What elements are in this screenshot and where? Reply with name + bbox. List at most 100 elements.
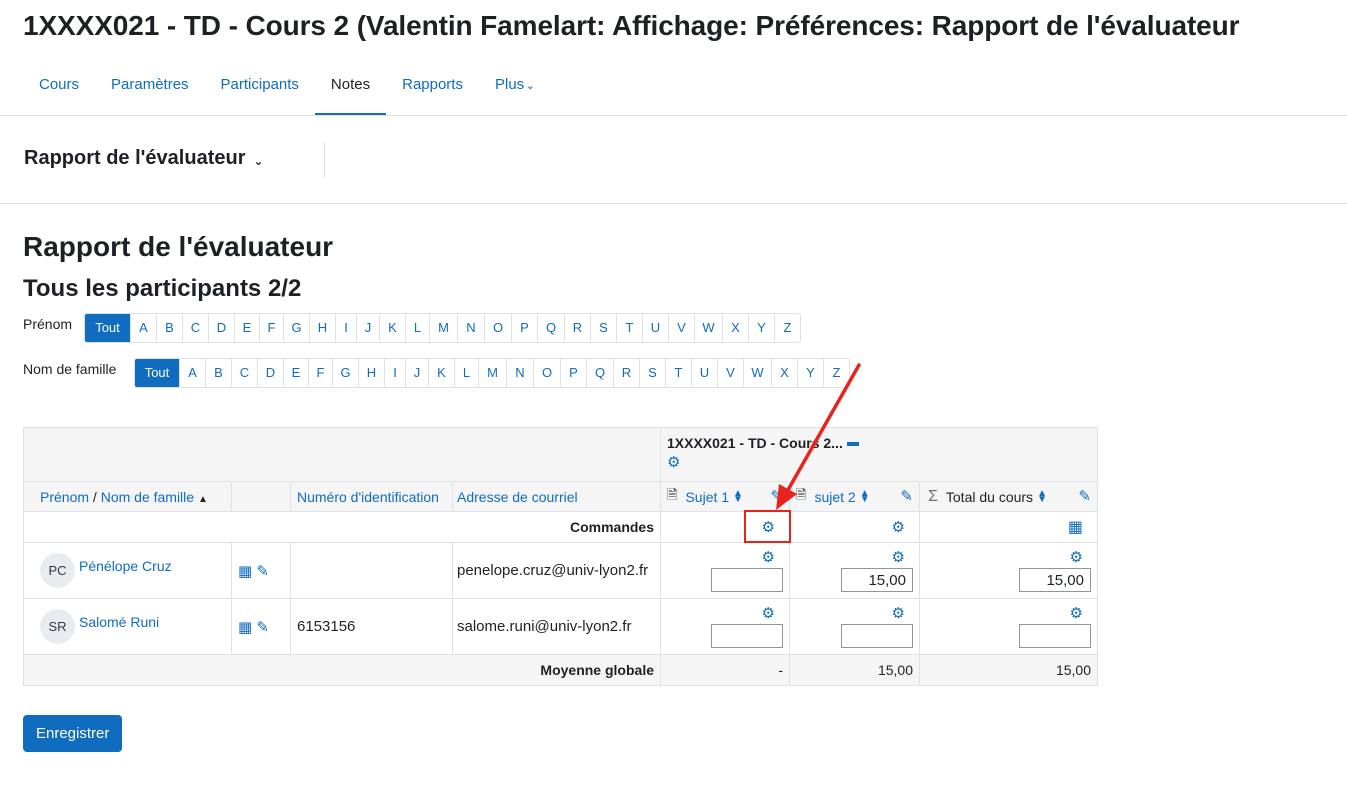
tab-participants[interactable]: Participants [205,58,315,116]
sort-lastname-link[interactable]: Nom de famille [101,489,194,505]
gear-icon[interactable]: ⚙ [762,550,775,565]
initial-u[interactable]: U [642,314,668,342]
grade-input[interactable] [711,568,783,592]
initial-q[interactable]: Q [537,314,564,342]
tab-plus[interactable]: Plus ⌄ [479,58,551,116]
total-header: Σ Total du cours ▲ ▼ ✎ [919,481,1098,512]
initial-r[interactable]: R [564,314,590,342]
initial-x[interactable]: X [771,359,797,387]
total-input[interactable] [1019,568,1091,592]
initial-r[interactable]: R [613,359,639,387]
initial-h[interactable]: H [309,314,335,342]
grade-input[interactable] [841,624,913,648]
initial-v[interactable]: V [717,359,743,387]
student-name-link[interactable]: Pénélope Cruz [79,558,172,574]
initial-f[interactable]: F [308,359,332,387]
calculator-icon[interactable]: ▦ [1068,520,1083,536]
pencil-icon[interactable]: ✎ [256,619,269,636]
initial-m[interactable]: M [478,359,506,387]
initial-b[interactable]: B [156,314,182,342]
initial-c[interactable]: C [231,359,257,387]
table-icon[interactable]: ▦ [238,563,252,580]
tab-cours[interactable]: Cours [23,58,95,116]
initial-h[interactable]: H [358,359,384,387]
gear-icon[interactable]: ⚙ [892,606,905,621]
tab-notes[interactable]: Notes [314,58,387,116]
grade-input[interactable] [841,568,913,592]
initial-z[interactable]: Z [823,359,849,387]
initial-d[interactable]: D [208,314,234,342]
pencil-icon[interactable]: ✎ [770,489,783,504]
collapse-icon[interactable] [846,442,859,447]
initial-n[interactable]: N [506,359,533,387]
sort-firstname-link[interactable]: Prénom [40,489,89,505]
initial-b[interactable]: B [205,359,231,387]
gear-icon[interactable]: ⚙ [892,550,905,565]
initial-j[interactable]: J [356,314,379,342]
initial-t[interactable]: T [665,359,691,387]
initial-k[interactable]: K [379,314,405,342]
initial-v[interactable]: V [668,314,694,342]
initial-k[interactable]: K [428,359,454,387]
item1-link[interactable]: Sujet 1 [685,489,729,505]
initial-i[interactable]: I [335,314,356,342]
initial-e[interactable]: E [283,359,308,387]
initial-y[interactable]: Y [748,314,774,342]
initial-s[interactable]: S [639,359,665,387]
initial-all[interactable]: Tout [135,359,179,387]
pencil-icon[interactable]: ✎ [256,563,269,580]
initial-m[interactable]: M [429,314,457,342]
pencil-icon[interactable]: ✎ [900,489,913,504]
table-icon[interactable]: ▦ [238,619,252,636]
sort-icon[interactable]: ▲ ▼ [1037,488,1047,504]
initial-i[interactable]: I [384,359,405,387]
gear-icon[interactable]: ⚙ [892,520,905,535]
initial-a[interactable]: A [179,359,205,387]
tab-rapports[interactable]: Rapports [386,58,479,116]
email-header-link[interactable]: Adresse de courriel [457,489,578,505]
divider [324,142,325,178]
initial-l[interactable]: L [405,314,429,342]
initial-p[interactable]: P [511,314,537,342]
initial-g[interactable]: G [283,314,309,342]
initial-u[interactable]: U [691,359,717,387]
initial-p[interactable]: P [560,359,586,387]
initial-g[interactable]: G [332,359,358,387]
initial-n[interactable]: N [457,314,484,342]
tab-parametres[interactable]: Paramètres [95,58,205,116]
gear-icon[interactable]: ⚙ [1070,606,1083,621]
initial-j[interactable]: J [405,359,428,387]
initial-x[interactable]: X [722,314,748,342]
total-input[interactable] [1019,624,1091,648]
gear-icon[interactable]: ⚙ [667,455,680,470]
initial-z[interactable]: Z [774,314,800,342]
item2-link[interactable]: sujet 2 [814,489,855,505]
initial-y[interactable]: Y [797,359,823,387]
grade-input[interactable] [711,624,783,648]
gear-icon[interactable]: ⚙ [1070,550,1083,565]
initial-s[interactable]: S [590,314,616,342]
initial-all[interactable]: Tout [85,314,130,342]
report-selector[interactable]: Rapport de l'évaluateur ⌄ [24,147,264,170]
initial-w[interactable]: W [694,314,722,342]
gear-icon[interactable]: ⚙ [762,520,775,535]
pencil-icon[interactable]: ✎ [1078,489,1091,504]
initial-l[interactable]: L [454,359,478,387]
initial-w[interactable]: W [743,359,771,387]
initial-q[interactable]: Q [586,359,613,387]
initial-f[interactable]: F [259,314,283,342]
initial-e[interactable]: E [234,314,259,342]
initial-o[interactable]: O [533,359,560,387]
initial-c[interactable]: C [182,314,208,342]
gear-icon[interactable]: ⚙ [762,606,775,621]
initial-t[interactable]: T [616,314,642,342]
initial-a[interactable]: A [130,314,156,342]
email-cell: penelope.cruz@univ-lyon2.fr [452,542,661,599]
initial-d[interactable]: D [257,359,283,387]
idnumber-header-link[interactable]: Numéro d'identification [297,489,439,505]
student-name-link[interactable]: Salomé Runi [79,614,159,630]
save-button[interactable]: Enregistrer [23,715,123,752]
sort-icon[interactable]: ▲ ▼ [860,488,870,504]
sort-icon[interactable]: ▲ ▼ [733,488,743,504]
initial-o[interactable]: O [484,314,511,342]
